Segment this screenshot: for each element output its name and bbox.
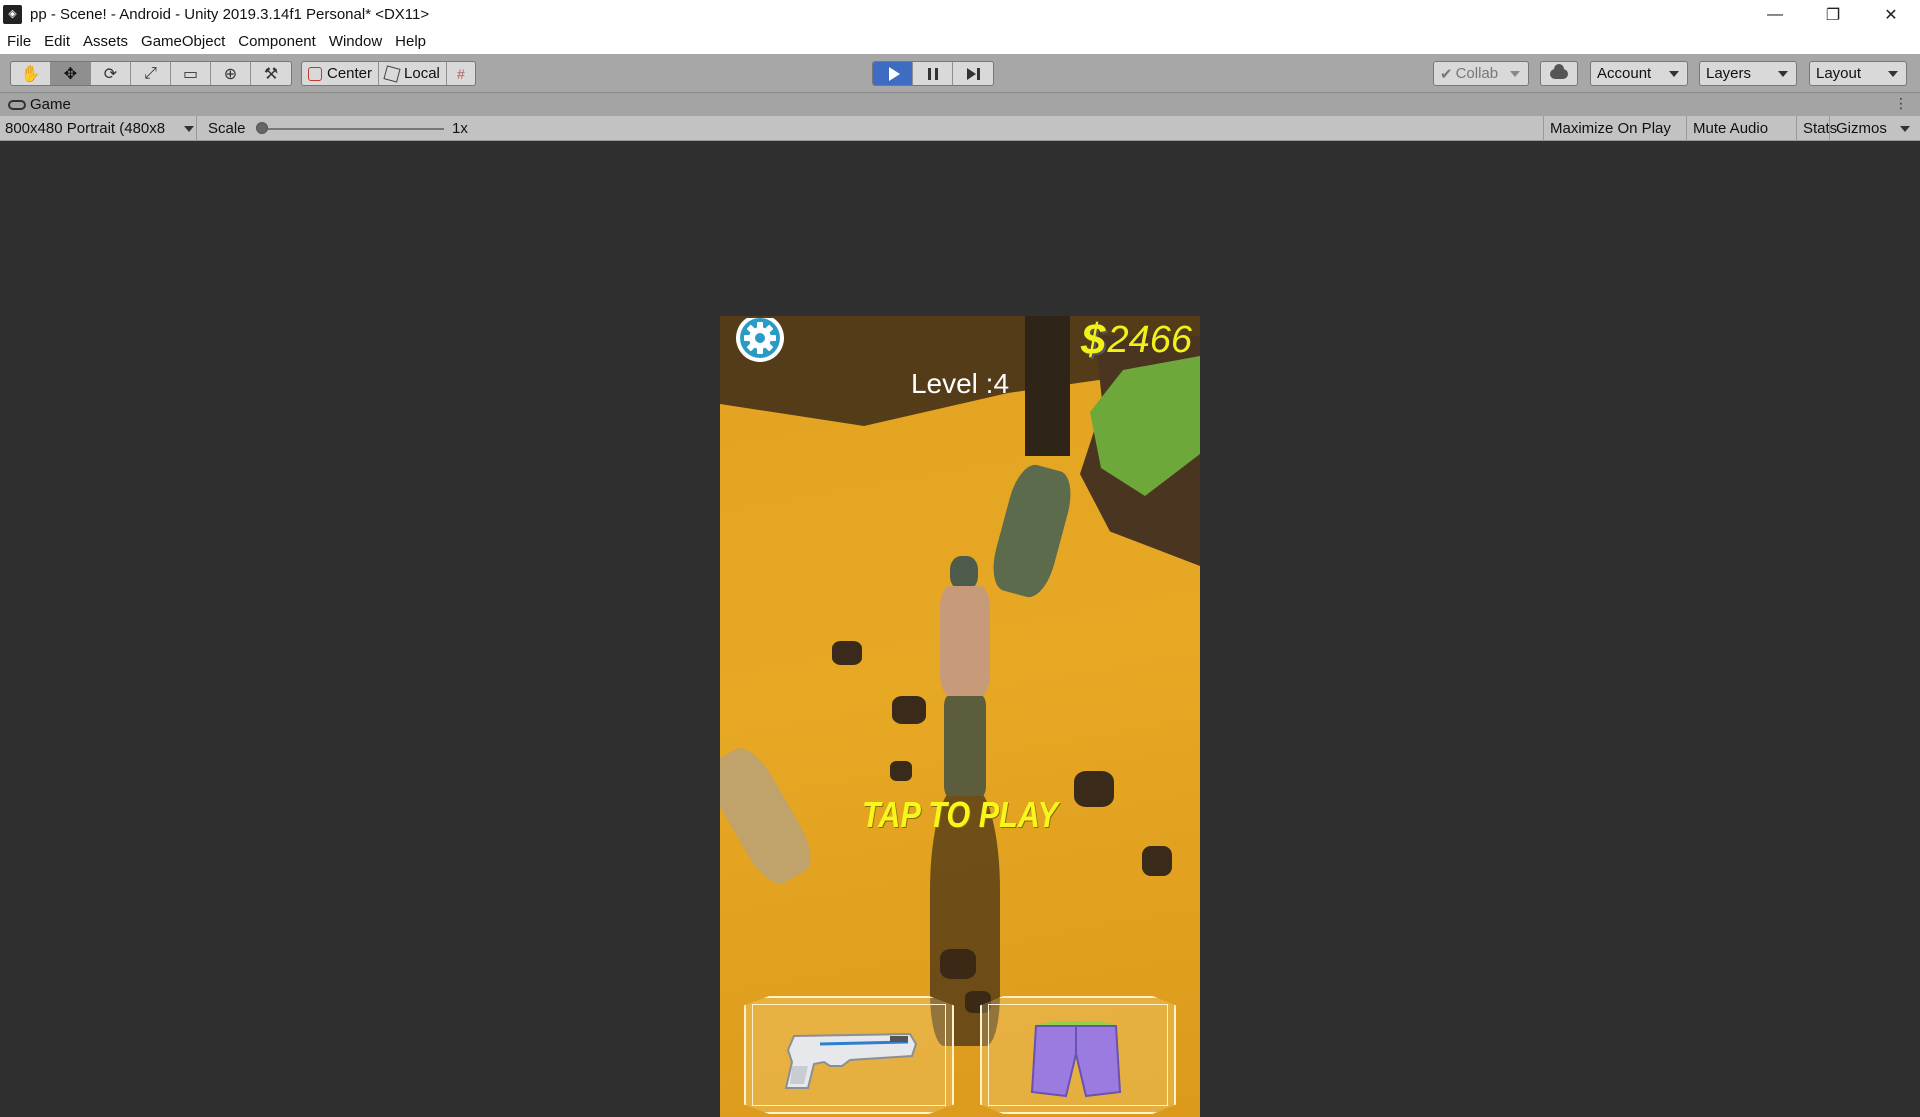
chevron-down-icon bbox=[184, 126, 194, 132]
main-toolbar: ✋ ✥ ⟳ ⤢ ▭ ⊕ ⚒ Center Local # ✔ Collab Ac… bbox=[0, 54, 1920, 93]
transform-icon[interactable]: ⊕ bbox=[211, 62, 251, 85]
account-dropdown[interactable]: Account bbox=[1590, 61, 1688, 86]
collab-dropdown[interactable]: ✔ Collab bbox=[1433, 61, 1529, 86]
maximize-on-play-toggle[interactable]: Maximize On Play bbox=[1543, 116, 1677, 141]
gizmos-label: Gizmos bbox=[1836, 120, 1887, 137]
cloud-icon bbox=[1550, 63, 1568, 79]
collab-label: Collab bbox=[1455, 65, 1499, 82]
custom-tool-icon[interactable]: ⚒ bbox=[251, 62, 291, 85]
title-bar: ◈ pp - Scene! - Android - Unity 2019.3.1… bbox=[0, 0, 1920, 29]
layout-label: Layout bbox=[1816, 65, 1862, 82]
shorts-icon bbox=[1030, 1021, 1122, 1098]
menu-assets[interactable]: Assets bbox=[83, 33, 128, 50]
chevron-down-icon bbox=[1778, 71, 1788, 77]
pivot-center-label: Center bbox=[327, 65, 373, 82]
rock bbox=[1142, 846, 1172, 876]
scale-icon[interactable]: ⤢ bbox=[131, 62, 171, 85]
pause-icon bbox=[927, 67, 938, 80]
scale-label: Scale bbox=[208, 120, 246, 137]
money-counter: $ 2466 bbox=[1080, 316, 1192, 364]
layers-dropdown[interactable]: Layers bbox=[1699, 61, 1797, 86]
gizmos-chevron-icon[interactable] bbox=[1900, 126, 1910, 132]
close-button[interactable]: ✕ bbox=[1862, 0, 1920, 29]
play-icon bbox=[888, 66, 900, 81]
gun-icon bbox=[784, 1032, 918, 1089]
layers-label: Layers bbox=[1706, 65, 1752, 82]
rect-icon[interactable]: ▭ bbox=[171, 62, 211, 85]
step-icon bbox=[966, 67, 980, 80]
menu-file[interactable]: File bbox=[7, 33, 31, 50]
gizmos-dropdown[interactable]: Gizmos bbox=[1829, 116, 1909, 141]
local-cube-icon bbox=[383, 64, 401, 83]
window-controls: — ❐ ✕ bbox=[1746, 0, 1920, 29]
game-screen[interactable]: $ 2466 Level :4 TAP TO PLAY bbox=[720, 316, 1200, 1117]
game-view-controls: 800x480 Portrait (480x8 Scale 1x Maximiz… bbox=[0, 116, 1920, 141]
rotate-icon[interactable]: ⟳ bbox=[91, 62, 131, 85]
chevron-down-icon bbox=[1888, 71, 1898, 77]
minimize-button[interactable]: — bbox=[1746, 0, 1804, 29]
rock bbox=[890, 761, 912, 781]
play-button[interactable] bbox=[873, 62, 913, 85]
pivot-local-label: Local bbox=[404, 65, 440, 82]
move-icon[interactable]: ✥ bbox=[51, 62, 91, 85]
tab-game-label: Game bbox=[30, 96, 71, 113]
maximize-button[interactable]: ❐ bbox=[1804, 0, 1862, 29]
window-title: pp - Scene! - Android - Unity 2019.3.14f… bbox=[30, 6, 430, 23]
menu-bar: File Edit Assets GameObject Component Wi… bbox=[0, 29, 1920, 54]
tab-menu-icon[interactable]: ⋮ bbox=[1894, 95, 1908, 112]
mute-audio-toggle[interactable]: Mute Audio bbox=[1686, 116, 1774, 141]
scale-value: 1x bbox=[452, 120, 468, 137]
menu-gameobject[interactable]: GameObject bbox=[141, 33, 225, 50]
game-view: $ 2466 Level :4 TAP TO PLAY bbox=[0, 141, 1920, 1117]
menu-window[interactable]: Window bbox=[329, 33, 382, 50]
tab-game[interactable]: Game bbox=[8, 96, 71, 113]
hand-icon[interactable]: ✋ bbox=[11, 62, 51, 85]
chevron-down-icon bbox=[1669, 71, 1679, 77]
settings-gear-icon[interactable] bbox=[734, 318, 786, 366]
transform-tools: ✋ ✥ ⟳ ⤢ ▭ ⊕ ⚒ bbox=[10, 61, 292, 86]
unity-logo-icon: ◈ bbox=[3, 5, 22, 24]
dollar-icon: $ bbox=[1080, 316, 1106, 364]
scale-slider-handle[interactable] bbox=[256, 122, 268, 134]
outfit-slot[interactable] bbox=[980, 996, 1176, 1114]
menu-help[interactable]: Help bbox=[395, 33, 426, 50]
step-button[interactable] bbox=[953, 62, 993, 85]
scale-slider-track[interactable] bbox=[262, 128, 444, 130]
gamepad-icon bbox=[8, 99, 26, 110]
pivot-center-icon bbox=[308, 66, 322, 81]
rock bbox=[892, 696, 926, 724]
level-label: Level :4 bbox=[910, 368, 1010, 399]
pivot-tools: Center Local # bbox=[301, 61, 476, 86]
collab-check-icon: ✔ bbox=[1440, 65, 1453, 83]
cloud-button[interactable] bbox=[1540, 61, 1578, 86]
pivot-local-button[interactable]: Local bbox=[379, 62, 447, 85]
chevron-down-icon bbox=[1510, 71, 1520, 77]
player-character bbox=[930, 556, 1000, 796]
resolution-label: 800x480 Portrait (480x8 bbox=[5, 120, 166, 137]
rock bbox=[832, 641, 862, 665]
account-label: Account bbox=[1597, 65, 1652, 82]
grid-snap-icon[interactable]: # bbox=[447, 62, 475, 85]
menu-edit[interactable]: Edit bbox=[44, 33, 70, 50]
menu-component[interactable]: Component bbox=[238, 33, 316, 50]
resolution-dropdown[interactable]: 800x480 Portrait (480x8 bbox=[0, 116, 197, 141]
tap-to-play-label[interactable]: TAP TO PLAY bbox=[756, 794, 1164, 836]
money-value: 2466 bbox=[1107, 319, 1192, 361]
game-tab-bar: Game ⋮ bbox=[0, 93, 1920, 116]
play-controls bbox=[872, 61, 994, 86]
pause-button[interactable] bbox=[913, 62, 953, 85]
pivot-center-button[interactable]: Center bbox=[302, 62, 380, 85]
layout-dropdown[interactable]: Layout bbox=[1809, 61, 1907, 86]
weapon-slot[interactable] bbox=[744, 996, 954, 1114]
